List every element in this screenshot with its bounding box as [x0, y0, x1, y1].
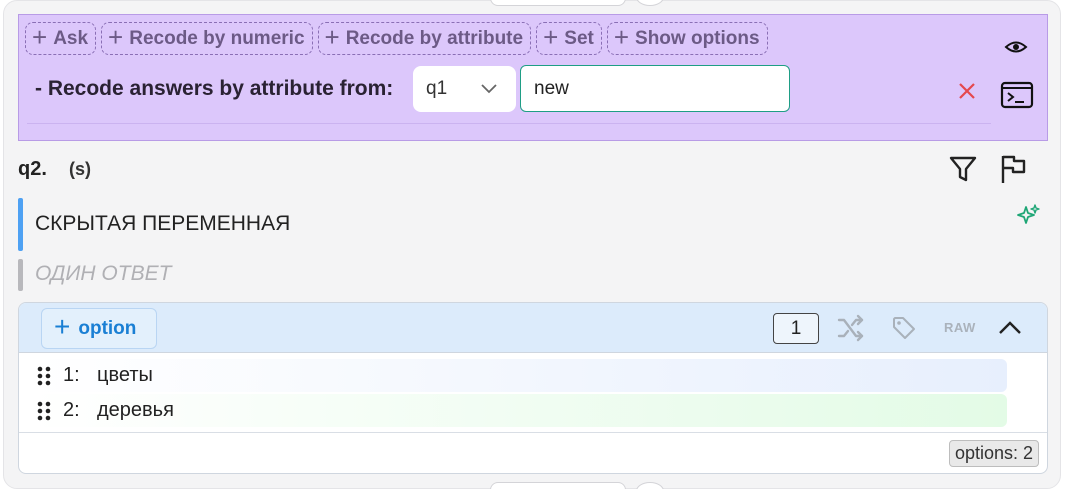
chip-label: Recode by numeric [129, 27, 305, 49]
recode-label: - Recode answers by attribute from: [35, 77, 394, 100]
plus-icon: + [543, 22, 559, 52]
plus-icon: + [32, 22, 48, 52]
recode-by-attribute-chip[interactable]: + Recode by attribute [317, 22, 532, 55]
option-text[interactable]: цветы [97, 364, 153, 387]
filter-icon[interactable] [948, 154, 978, 184]
divider [27, 123, 991, 124]
insert-below-pill[interactable] [490, 482, 626, 489]
option-number: 1: [63, 364, 80, 386]
insert-above-pill[interactable] [490, 0, 626, 6]
chip-label: Ask [53, 27, 89, 49]
plus-icon: + [613, 22, 630, 52]
option-row[interactable]: 2: деревья [31, 394, 1007, 427]
recode-action-block: + Ask + Recode by numeric + Recode by at… [18, 14, 1048, 141]
terminal-icon[interactable] [1000, 80, 1034, 110]
plus-icon: + [108, 22, 124, 52]
source-question-select[interactable]: q1 [413, 66, 516, 112]
plus-icon: + [324, 22, 340, 52]
chip-label: Show options [635, 27, 760, 49]
option-count-input[interactable]: 1 [773, 313, 819, 344]
question-title[interactable]: СКРЫТАЯ ПЕРЕМЕННАЯ [35, 212, 290, 236]
chevron-down-icon [481, 84, 497, 94]
close-icon[interactable] [955, 79, 979, 103]
option-number: 2: [63, 399, 80, 421]
set-chip[interactable]: + Set [536, 22, 602, 55]
add-option-button[interactable]: + option [41, 308, 157, 349]
question-subtitle[interactable]: ОДИН ОТВЕТ [35, 262, 171, 286]
drag-handle-icon[interactable] [33, 365, 55, 387]
option-text[interactable]: деревья [97, 399, 174, 422]
action-chip-row: + Ask + Recode by numeric + Recode by at… [25, 22, 768, 55]
shuffle-icon[interactable] [836, 314, 866, 342]
recode-by-numeric-chip[interactable]: + Recode by numeric [101, 22, 313, 55]
plus-icon: + [54, 311, 71, 342]
divider [19, 432, 1047, 433]
attribute-name-input[interactable] [520, 65, 790, 112]
chip-label: Recode by attribute [345, 27, 524, 49]
ask-chip[interactable]: + Ask [25, 22, 97, 55]
chevron-up-icon[interactable] [997, 318, 1023, 338]
options-panel: + option 1 RAW 1: цветы 2: деревья optio… [18, 302, 1048, 474]
subtitle-accent-bar [18, 259, 23, 291]
option-row[interactable]: 1: цветы [31, 359, 1007, 392]
tag-icon[interactable] [891, 315, 917, 341]
raw-toggle[interactable]: RAW [944, 320, 976, 335]
eye-icon[interactable] [1004, 37, 1028, 57]
title-accent-bar [18, 198, 23, 251]
sparkle-icon[interactable] [1015, 203, 1041, 229]
drag-handle-icon[interactable] [33, 400, 55, 422]
select-value: q1 [426, 78, 448, 99]
flag-icon[interactable] [998, 153, 1028, 185]
chip-label: Set [564, 27, 594, 49]
question-type: (s) [69, 159, 91, 179]
options-count-badge: options: 2 [948, 440, 1039, 467]
question-id: q2. [18, 158, 47, 180]
add-option-label: option [78, 317, 137, 339]
show-options-chip[interactable]: + Show options [606, 22, 768, 55]
options-toolbar: + option 1 RAW [19, 303, 1047, 353]
